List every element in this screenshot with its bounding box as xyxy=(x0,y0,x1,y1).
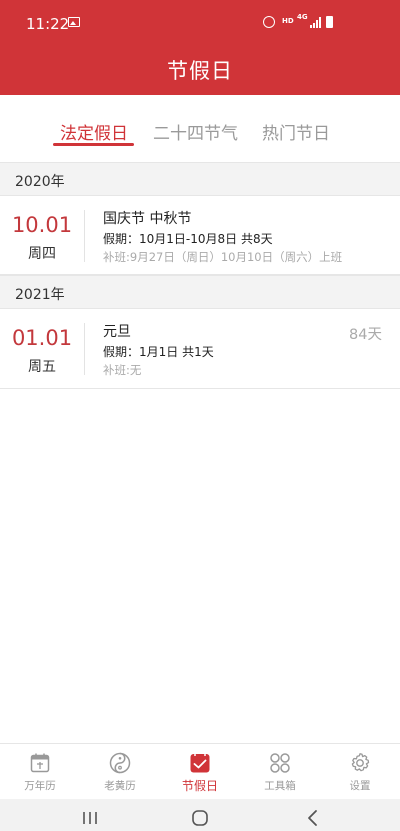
year-label: 2020年 xyxy=(15,174,65,190)
screen: 11:22 HD 4G 节假日 法定假日 二十四节气 热门节日 2020年 10… xyxy=(0,0,400,831)
nav-label: 老黄历 xyxy=(104,780,136,792)
nav-settings[interactable]: 设置 xyxy=(320,744,400,800)
hd-indicator: HD xyxy=(282,17,294,25)
row-divider xyxy=(84,210,85,262)
year-header: 2020年 xyxy=(0,162,400,196)
gear-icon xyxy=(351,753,370,772)
nav-toolbox[interactable]: 工具箱 xyxy=(240,744,320,800)
tab-solar-terms[interactable]: 二十四节气 xyxy=(153,119,238,144)
nav-label: 工具箱 xyxy=(264,780,296,792)
signal-icon xyxy=(310,17,321,28)
row-divider xyxy=(84,323,85,375)
battery-icon xyxy=(326,16,333,28)
back-button[interactable] xyxy=(292,805,332,827)
holiday-info: 元旦 假期：1月1日 共1天 补班:无 xyxy=(103,322,214,379)
holiday-workdays: 补班:无 xyxy=(103,363,142,377)
tab-popular-festivals[interactable]: 热门节日 xyxy=(262,119,330,144)
app-header: 11:22 HD 4G 节假日 xyxy=(0,0,400,95)
nav-perpetual-calendar[interactable]: 万年历 xyxy=(0,744,80,800)
status-time: 11:22 xyxy=(26,15,70,33)
home-icon xyxy=(192,810,208,826)
network-indicator: 4G xyxy=(297,13,308,21)
holiday-info: 国庆节 中秋节 假期：10月1日-10月8日 共8天 补班:9月27日（周日）1… xyxy=(103,209,342,266)
page-title: 节假日 xyxy=(167,59,233,83)
holiday-countdown: 84天 xyxy=(349,327,382,343)
home-button[interactable] xyxy=(180,805,220,827)
yin-yang-icon xyxy=(109,752,131,774)
calendar-icon xyxy=(30,753,50,773)
nav-almanac[interactable]: 老黄历 xyxy=(80,744,160,800)
holiday-date: 01.01 周五 xyxy=(0,309,84,376)
holiday-workdays: 补班:9月27日（周日）10月10日（周六）上班 xyxy=(103,250,343,264)
holiday-row[interactable]: 10.01 周四 国庆节 中秋节 假期：10月1日-10月8日 共8天 补班:9… xyxy=(0,196,400,275)
year-label: 2021年 xyxy=(15,287,65,303)
image-notification-icon xyxy=(68,17,80,27)
holiday-date: 10.01 周四 xyxy=(0,196,84,263)
system-navigation-bar xyxy=(0,799,400,831)
holiday-name: 国庆节 中秋节 xyxy=(103,211,192,227)
holiday-name: 元旦 xyxy=(103,324,131,340)
holiday-date-number: 01.01 xyxy=(11,326,73,350)
holiday-check-icon xyxy=(190,753,210,773)
holiday-vacation: 假期：1月1日 共1天 xyxy=(103,345,214,359)
recent-apps-button[interactable] xyxy=(70,805,110,827)
year-header: 2021年 xyxy=(0,275,400,309)
holiday-weekday: 周五 xyxy=(28,359,56,375)
nav-label: 万年历 xyxy=(24,780,56,792)
tab-legal-holidays[interactable]: 法定假日 xyxy=(60,119,128,144)
bottom-navigation: 万年历 老黄历 节假日 工具箱 设置 xyxy=(0,743,400,799)
holiday-date-number: 10.01 xyxy=(11,213,73,237)
nav-label: 节假日 xyxy=(181,779,218,793)
holiday-row[interactable]: 01.01 周五 元旦 假期：1月1日 共1天 补班:无 84天 xyxy=(0,309,400,389)
active-tab-indicator xyxy=(53,143,134,146)
category-tabs: 法定假日 二十四节气 热门节日 xyxy=(0,95,400,162)
back-chevron-icon xyxy=(308,810,317,826)
holiday-weekday: 周四 xyxy=(28,246,56,262)
nav-label: 设置 xyxy=(349,780,371,792)
alarm-icon xyxy=(263,16,275,28)
toolbox-grid-icon xyxy=(270,753,290,773)
holiday-vacation: 假期：10月1日-10月8日 共8天 xyxy=(103,232,273,246)
status-bar: 11:22 HD 4G xyxy=(0,0,400,50)
recent-apps-icon xyxy=(83,812,97,824)
nav-holidays[interactable]: 节假日 xyxy=(160,744,240,800)
